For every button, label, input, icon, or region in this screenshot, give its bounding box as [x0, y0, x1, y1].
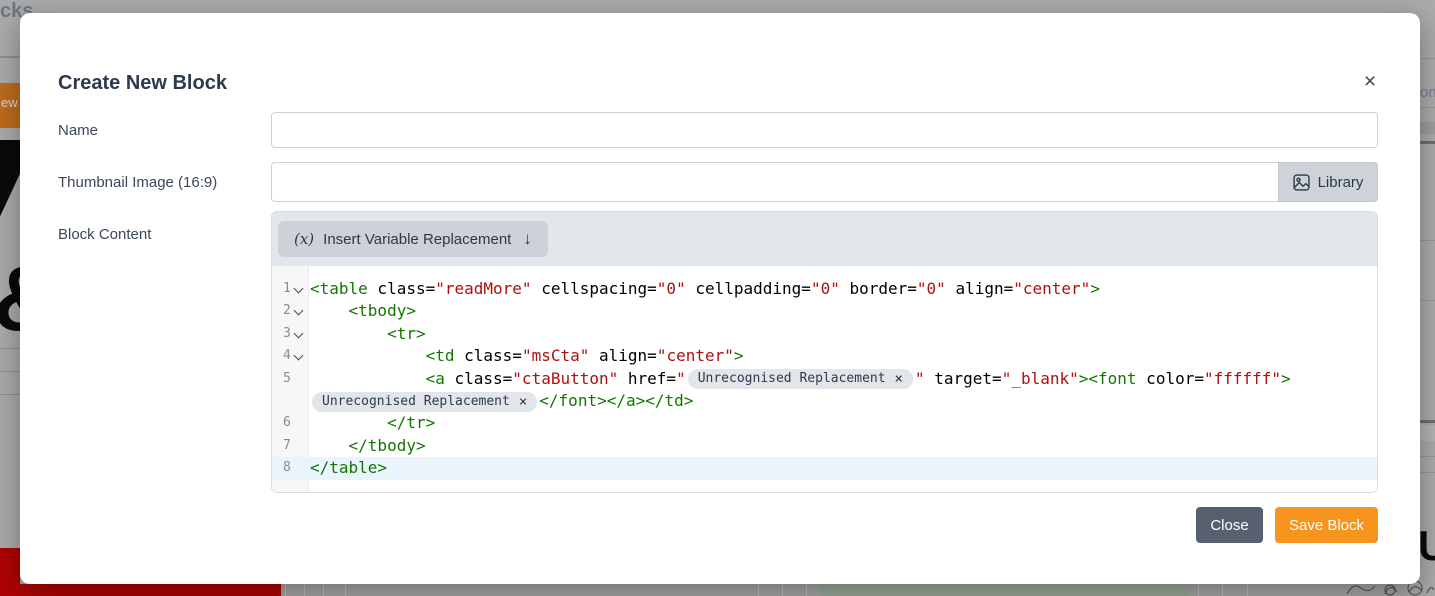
background-divider — [1222, 584, 1223, 596]
line-number[interactable]: 4 — [272, 345, 310, 367]
name-label: Name — [58, 122, 98, 139]
insert-variable-label: Insert Variable Replacement — [323, 231, 511, 248]
background-divider — [1420, 240, 1435, 241]
screen: cks ew & on US — [0, 0, 1435, 596]
save-block-button[interactable]: Save Block — [1275, 507, 1378, 543]
thumbnail-input[interactable] — [271, 162, 1278, 202]
insert-variable-replacement-button[interactable]: (x) Insert Variable Replacement ↓ — [278, 221, 548, 257]
code-line-content[interactable]: <td class="msCta" align="center"> — [310, 345, 1377, 367]
name-input[interactable] — [271, 112, 1378, 148]
modal-title: Create New Block — [58, 72, 227, 95]
background-divider — [1420, 300, 1435, 301]
thumbnail-label: Thumbnail Image (16:9) — [58, 174, 217, 191]
background-bar — [1420, 425, 1435, 441]
background-bar — [1420, 122, 1435, 134]
code-line[interactable]: 2 <tbody> — [272, 300, 1377, 322]
arrow-down-icon: ↓ — [523, 229, 532, 249]
background-divider — [323, 584, 324, 596]
background-green-bar — [820, 584, 1190, 596]
code-line-content[interactable]: <a class="ctaButton" href="Unrecognised … — [310, 368, 1377, 413]
code-line-content[interactable]: <table class="readMore" cellspacing="0" … — [310, 278, 1377, 300]
background-divider — [758, 584, 759, 596]
code-line[interactable]: 6 </tr> — [272, 412, 1377, 434]
library-button[interactable]: Library — [1278, 162, 1378, 202]
background-divider — [1420, 456, 1435, 457]
line-number[interactable]: 1 — [272, 278, 310, 300]
background-divider — [1198, 584, 1199, 596]
background-divider — [0, 348, 20, 349]
background-divider — [304, 584, 305, 596]
fold-chevron-icon[interactable] — [293, 284, 303, 294]
line-number[interactable]: 5 — [272, 368, 310, 413]
code-lines: 1<table class="readMore" cellspacing="0"… — [272, 266, 1377, 480]
close-icon[interactable]: × — [1356, 68, 1384, 96]
line-number[interactable]: 7 — [272, 435, 310, 457]
code-line[interactable]: 5 <a class="ctaButton" href="Unrecognise… — [272, 368, 1377, 413]
background-divider — [285, 584, 286, 596]
background-thumbnail-fragment — [0, 140, 20, 235]
variable-x-icon: (x) — [294, 230, 314, 248]
block-content-label: Block Content — [58, 226, 151, 243]
code-line-content[interactable]: </table> — [310, 457, 1377, 479]
image-icon — [1293, 174, 1310, 191]
library-button-label: Library — [1318, 174, 1364, 191]
chip-remove-icon[interactable]: × — [519, 393, 527, 411]
code-line-content[interactable]: <tr> — [310, 323, 1377, 345]
chip-label: Unrecognised Replacement — [698, 370, 886, 388]
code-line[interactable]: 1<table class="readMore" cellspacing="0"… — [272, 278, 1377, 300]
line-number[interactable]: 2 — [272, 300, 310, 322]
background-divider — [0, 56, 20, 58]
background-divider — [0, 371, 20, 372]
line-number[interactable]: 6 — [272, 412, 310, 434]
unrecognised-replacement-chip[interactable]: Unrecognised Replacement × — [312, 392, 537, 412]
background-divider — [1247, 584, 1248, 596]
fold-chevron-icon[interactable] — [293, 306, 303, 316]
create-new-block-modal: Create New Block × Name Thumbnail Image … — [20, 13, 1420, 584]
background-divider — [345, 584, 346, 596]
background-red-bar — [0, 584, 281, 596]
fold-chevron-icon[interactable] — [293, 328, 303, 338]
chip-label: Unrecognised Replacement — [322, 393, 510, 411]
code-line[interactable]: 7 </tbody> — [272, 435, 1377, 457]
background-text-fragment: on — [1420, 84, 1435, 101]
unrecognised-replacement-chip[interactable]: Unrecognised Replacement × — [688, 369, 913, 389]
background-create-button-fragment: ew — [0, 83, 20, 128]
background-thumbnail-glyph: & — [0, 252, 20, 352]
code-area[interactable]: 1<table class="readMore" cellspacing="0"… — [272, 266, 1377, 493]
code-line[interactable]: 3 <tr> — [272, 323, 1377, 345]
background-divider — [1420, 141, 1435, 144]
code-line-content[interactable]: </tbody> — [310, 435, 1377, 457]
background-divider — [782, 584, 783, 596]
chip-remove-icon[interactable]: × — [895, 370, 903, 388]
code-line[interactable]: 8</table> — [272, 457, 1377, 479]
background-divider — [1420, 472, 1435, 473]
block-content-editor: (x) Insert Variable Replacement ↓ 1<tabl… — [271, 211, 1378, 493]
background-logo-fragment: US — [1418, 522, 1435, 570]
code-line-content[interactable]: <tbody> — [310, 300, 1377, 322]
line-number[interactable]: 3 — [272, 323, 310, 345]
background-divider — [806, 584, 807, 596]
thumbnail-input-group: Library — [271, 162, 1378, 202]
editor-toolbar: (x) Insert Variable Replacement ↓ — [272, 212, 1377, 266]
code-line-content[interactable]: </tr> — [310, 412, 1377, 434]
background-divider — [1420, 58, 1435, 59]
background-divider — [1420, 420, 1435, 423]
close-button[interactable]: Close — [1196, 507, 1263, 543]
fold-chevron-icon[interactable] — [293, 351, 303, 361]
background-divider — [1420, 107, 1435, 108]
line-number[interactable]: 8 — [272, 457, 310, 479]
background-divider — [0, 394, 20, 395]
code-line[interactable]: 4 <td class="msCta" align="center"> — [272, 345, 1377, 367]
